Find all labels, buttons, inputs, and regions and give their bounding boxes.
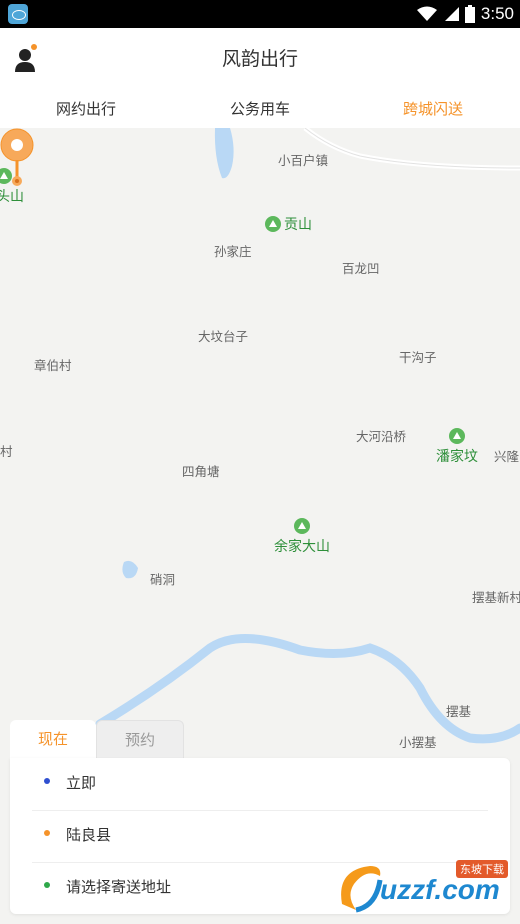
watermark-swoosh-icon bbox=[341, 866, 383, 913]
app-header: 风韵出行 bbox=[0, 28, 520, 88]
time-dot-icon bbox=[44, 778, 50, 784]
mountain-icon bbox=[294, 518, 310, 534]
tab-official-car[interactable]: 公务用车 bbox=[230, 98, 290, 119]
map-place-label: 摆基新村 bbox=[472, 590, 520, 605]
watermark-brand: uzzf.com bbox=[380, 874, 500, 905]
destination-dot-icon bbox=[44, 882, 50, 888]
app-notification-icon bbox=[8, 4, 28, 24]
map-poi-label: 贡山 bbox=[284, 217, 312, 233]
time-value: 立即 bbox=[66, 774, 97, 792]
map-poi-label: 潘家坟 bbox=[436, 449, 478, 465]
watermark-logo: uzzf.com 东坡下载 bbox=[336, 858, 516, 918]
map-place-label: 孙家庄 bbox=[214, 244, 252, 259]
service-tabs: 网约出行 公务用车 跨城闪送 bbox=[0, 88, 520, 129]
tab-intercity-delivery[interactable]: 跨城闪送 bbox=[403, 98, 463, 119]
origin-value: 陆良县 bbox=[66, 826, 112, 844]
map-place-label: 章伯村 bbox=[34, 358, 72, 373]
map-poi-label: 余家大山 bbox=[274, 539, 330, 555]
map-poi-label: 头山 bbox=[0, 189, 24, 205]
map-place-label: 摆基 bbox=[446, 704, 472, 719]
status-indicators: 3:50 bbox=[416, 0, 514, 28]
time-row[interactable]: 立即 bbox=[32, 758, 488, 811]
signal-icon bbox=[444, 7, 459, 21]
origin-dot-icon bbox=[44, 830, 50, 836]
status-bar: 3:50 bbox=[0, 0, 520, 28]
wifi-icon bbox=[416, 6, 437, 21]
page-title: 风韵出行 bbox=[221, 48, 298, 70]
map-place-label: 四角塘 bbox=[182, 464, 220, 479]
map-poi: 余家大山 bbox=[274, 518, 330, 556]
tab-now[interactable]: 现在 bbox=[10, 720, 96, 758]
status-time: 3:50 bbox=[480, 4, 514, 23]
map-poi: 潘家坟 bbox=[436, 428, 478, 466]
map-place-label: 村 bbox=[0, 444, 13, 459]
tab-reserve[interactable]: 预约 bbox=[96, 720, 184, 759]
origin-row[interactable]: 陆良县 bbox=[32, 810, 488, 863]
tab-online-ride[interactable]: 网约出行 bbox=[56, 98, 116, 119]
location-pin-icon[interactable] bbox=[0, 128, 34, 188]
map-place-label: 百龙凹 bbox=[342, 261, 380, 276]
map-place-label: 硝洞 bbox=[150, 572, 176, 587]
map-place-label: 大河沿桥 bbox=[356, 429, 407, 444]
map-place-label: 干沟子 bbox=[399, 350, 437, 365]
map-place-label: 大坟台子 bbox=[198, 329, 249, 344]
mountain-icon bbox=[265, 216, 281, 232]
mountain-icon bbox=[449, 428, 465, 444]
map-place-label: 兴隆 bbox=[494, 449, 520, 464]
map-place-label: 小百户镇 bbox=[278, 153, 329, 168]
destination-placeholder: 请选择寄送地址 bbox=[66, 878, 172, 896]
map-poi: 贡山 bbox=[265, 214, 312, 234]
battery-icon bbox=[464, 5, 475, 23]
watermark-sub: 东坡下载 bbox=[456, 860, 508, 878]
